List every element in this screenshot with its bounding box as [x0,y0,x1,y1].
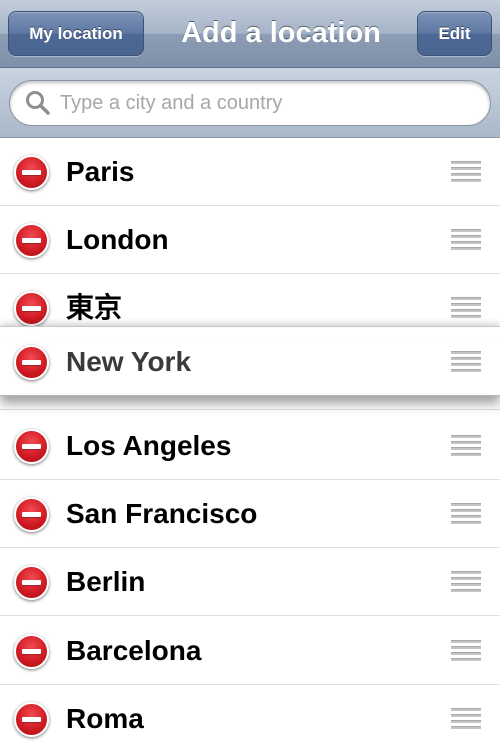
delete-icon[interactable] [14,155,49,190]
delete-icon[interactable] [14,565,49,600]
page-title: Add a location [181,17,381,49]
reorder-icon[interactable] [451,640,481,662]
search-field[interactable] [9,80,491,126]
reorder-icon[interactable] [451,297,481,319]
reorder-icon[interactable] [451,435,481,457]
delete-icon[interactable] [14,702,49,737]
my-location-button[interactable]: My location [8,11,144,56]
reorder-icon[interactable] [451,708,481,730]
list-item[interactable]: Roma [0,685,500,750]
city-name: 東京 [66,292,123,323]
list-item-dragging[interactable]: New York [0,326,500,396]
list-item[interactable]: Paris [0,138,500,206]
list-item[interactable]: Los Angeles [0,412,500,480]
list-item[interactable]: Barcelona [0,617,500,685]
reorder-icon[interactable] [451,161,481,183]
delete-icon[interactable] [14,223,49,258]
list-item[interactable]: Berlin [0,548,500,616]
reorder-icon[interactable] [451,229,481,251]
city-name: Barcelona [66,635,202,666]
list-item[interactable]: San Francisco [0,480,500,548]
city-name: London [66,224,169,255]
city-name: New York [66,346,192,377]
navigation-bar: My location Add a location Edit [0,0,500,68]
city-name: Berlin [66,566,146,597]
reorder-icon[interactable] [451,571,481,593]
city-name: Paris [66,156,135,187]
list-item[interactable]: London [0,206,500,274]
delete-icon[interactable] [14,497,49,532]
reorder-icon[interactable] [451,351,481,373]
delete-icon[interactable] [14,429,49,464]
delete-icon[interactable] [14,345,49,380]
delete-icon[interactable] [14,634,49,669]
city-name: Roma [66,703,144,734]
search-bar [0,68,500,138]
city-name: Los Angeles [66,430,232,461]
city-name: San Francisco [66,498,258,529]
search-icon [24,89,52,117]
edit-button[interactable]: Edit [417,11,492,56]
search-input[interactable] [60,83,460,123]
reorder-icon[interactable] [451,503,481,525]
delete-icon[interactable] [14,291,49,326]
